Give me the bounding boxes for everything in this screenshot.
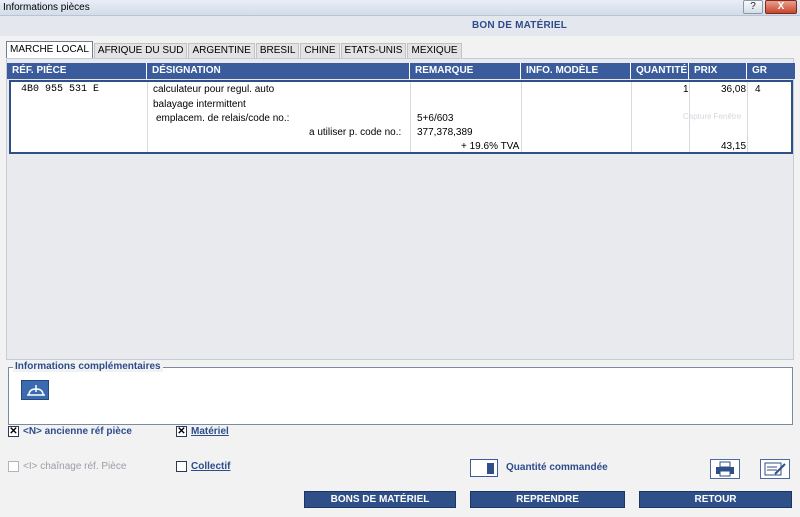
tab-argentine[interactable]: ARGENTINE [188,43,255,58]
quantity-label: Quantité commandée [506,462,608,473]
materiel-checkbox[interactable]: ✕ [176,426,187,437]
chainage-ref-checkbox [8,461,19,472]
info-complementaires-group: Informations complémentaires [8,361,793,425]
option-collectif[interactable]: Collectif [176,461,230,472]
cell-designation-line-1: calculateur pour regul. auto [153,84,275,95]
expand-info-button[interactable] [21,380,49,400]
col-prix[interactable]: PRIX [689,63,747,79]
col-remarque[interactable]: REMARQUE [410,63,521,79]
column-divider [747,82,748,152]
column-divider [147,82,148,152]
ancienne-ref-label: <N> ancienne réf pièce [23,426,132,437]
header-band: BON DE MATÉRIEL [0,16,800,36]
option-ancienne-ref[interactable]: ✕ <N> ancienne réf pièce [8,426,132,437]
materiel-label: Matériel [191,426,229,437]
cell-prix-ttc: 43,15 [721,141,747,152]
cell-designation-line-4: a utiliser p. code no.: [309,127,402,138]
reprendre-button[interactable]: REPRENDRE [470,491,625,508]
chainage-ref-label: <I> chaînage réf. Pièce [23,461,127,472]
print-button[interactable] [710,459,740,479]
col-info-modele[interactable]: INFO. MODÈLE [521,63,631,79]
cell-designation-line-5: + 19.6% TVA [461,141,520,152]
capture-watermark: Capture Fenêtre [683,112,742,121]
parts-grid-header: RÉF. PIÈCE DÉSIGNATION REMARQUE INFO. MO… [7,63,795,79]
retour-button[interactable]: RETOUR [639,491,792,508]
column-divider [631,82,632,152]
collectif-label: Collectif [191,461,231,472]
close-button[interactable]: X [765,0,797,14]
cell-remarque-line-1: 5+6/603 [417,113,454,124]
option-chainage-ref: <I> chaînage réf. Pièce [8,461,126,472]
col-ref-piece[interactable]: RÉF. PIÈCE [7,63,147,79]
column-divider [521,82,522,152]
cell-ref-piece: 4B0 955 531 E [21,84,100,95]
bons-de-materiel-button[interactable]: BONS DE MATÉRIEL [304,491,456,508]
cell-remarque-line-2: 377,378,389 [417,127,473,138]
quantity-input[interactable] [470,459,498,477]
expand-icon [27,385,45,396]
tab-etats-unis[interactable]: ETATS-UNIS [340,43,407,58]
printer-icon [716,461,734,477]
cell-prix: 36,08 [721,84,747,95]
collectif-checkbox[interactable] [176,461,187,472]
cell-quantite: 1 [683,84,689,95]
cell-designation-line-3: emplacem. de relais/code no.: [156,113,290,124]
market-tabs: MARCHE LOCAL AFRIQUE DU SUD ARGENTINE BR… [6,41,463,58]
window-title: Informations pièces [3,2,90,13]
page-title: BON DE MATÉRIEL [472,20,568,31]
column-divider [410,82,411,152]
info-complementaires-title: Informations complémentaires [13,361,163,372]
table-row[interactable]: 4B0 955 531 E calculateur pour regul. au… [9,80,793,154]
help-button[interactable]: ? [743,0,763,14]
col-quantite[interactable]: QUANTITÉ [631,63,689,79]
edit-button[interactable] [760,459,790,479]
tab-mexique[interactable]: MEXIQUE [407,43,462,58]
cell-designation-line-2: balayage intermittent [153,99,246,110]
tab-marche-local[interactable]: MARCHE LOCAL [6,41,93,58]
tab-bresil[interactable]: BRESIL [255,43,300,58]
cell-gr: 4 [755,84,761,95]
edit-document-icon [764,462,786,476]
ancienne-ref-checkbox[interactable]: ✕ [8,426,19,437]
tab-afrique-du-sud[interactable]: AFRIQUE DU SUD [93,43,188,58]
window-client: BON DE MATÉRIEL MARCHE LOCAL AFRIQUE DU … [0,16,800,517]
col-designation[interactable]: DÉSIGNATION [147,63,410,79]
window-titlebar: Informations pièces ? X [0,0,800,16]
text-caret [487,463,494,474]
tab-chine[interactable]: CHINE [300,43,340,58]
parts-grid-panel: RÉF. PIÈCE DÉSIGNATION REMARQUE INFO. MO… [6,58,795,360]
option-materiel[interactable]: ✕ Matériel [176,426,229,437]
col-gr[interactable]: GR [747,63,795,79]
